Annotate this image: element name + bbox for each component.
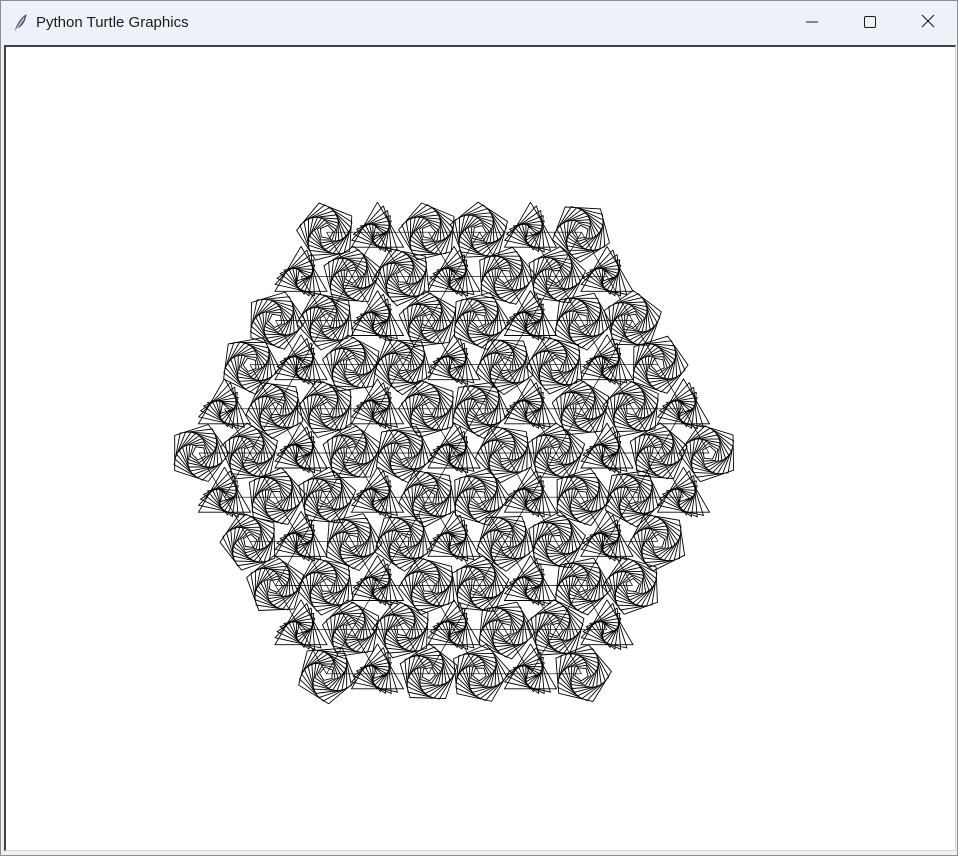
close-button[interactable]: [899, 1, 957, 44]
turtle-rosette: [551, 206, 610, 263]
turtle-rosette: [503, 201, 558, 253]
turtle-rosette: [246, 554, 305, 611]
turtle-rosette: [475, 338, 534, 396]
turtle-rosette: [321, 599, 380, 657]
turtle-rosette: [580, 511, 634, 562]
turtle-rosette: [656, 378, 711, 430]
turtle-rosette: [503, 378, 558, 430]
turtle-rosette: [350, 643, 405, 695]
turtle-rosette: [298, 647, 357, 705]
turtle-rosette: [374, 515, 433, 572]
maximize-button[interactable]: [841, 1, 899, 44]
turtle-rosette: [274, 422, 328, 474]
turtle-rosette: [399, 643, 458, 700]
turtle-rosette: [274, 246, 328, 297]
minimize-icon: [806, 13, 818, 32]
turtle-rosette: [274, 511, 328, 562]
turtle-rosette: [350, 378, 405, 430]
turtle-rosette: [398, 202, 455, 261]
title-bar[interactable]: Python Turtle Graphics: [1, 1, 957, 44]
turtle-rosette: [223, 337, 281, 395]
turtle-rosette: [629, 422, 688, 480]
turtle-canvas[interactable]: [6, 47, 955, 850]
turtle-rosette: [323, 245, 382, 303]
turtle-rosette: [580, 422, 634, 474]
turtle-window: Python Turtle Graphics: [0, 0, 958, 856]
turtle-rosette: [322, 422, 381, 479]
turtle-rosette: [580, 246, 634, 297]
turtle-rosette: [373, 339, 432, 396]
turtle-rosette: [503, 466, 558, 518]
minimize-button[interactable]: [783, 1, 841, 44]
turtle-rosette: [526, 422, 586, 479]
turtle-rosette: [503, 290, 558, 341]
turtle-canvas-frame: [4, 45, 956, 851]
feather-icon: [12, 13, 28, 32]
window-controls: [783, 1, 957, 44]
turtle-rosette: [603, 289, 662, 347]
turtle-rosette: [274, 599, 328, 651]
maximize-icon: [864, 13, 876, 32]
turtle-rosette: [274, 334, 328, 386]
turtle-rosette: [350, 555, 405, 606]
turtle-rosette: [453, 643, 510, 702]
turtle-rosette: [350, 201, 405, 253]
close-icon: [921, 13, 935, 32]
turtle-rosette: [580, 599, 634, 651]
window-title: Python Turtle Graphics: [36, 14, 189, 31]
turtle-rosette: [450, 201, 509, 258]
turtle-rosette: [298, 466, 357, 524]
